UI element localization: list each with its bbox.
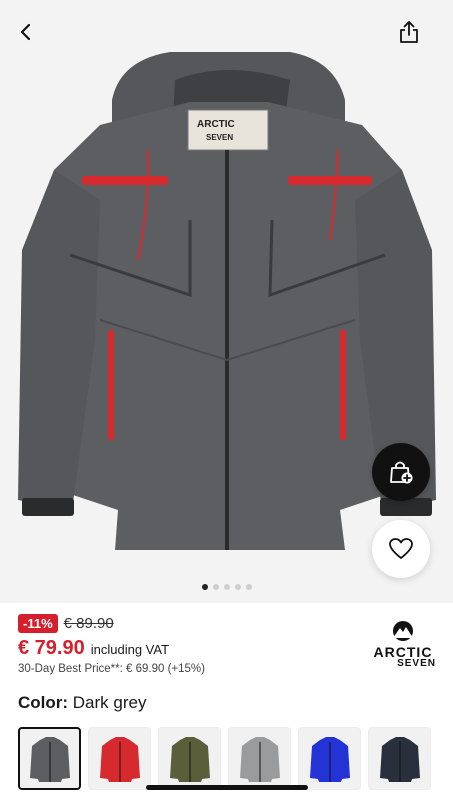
home-indicator: [146, 785, 308, 790]
color-label: Color:: [18, 693, 69, 712]
jacket-thumbnail: [239, 736, 280, 782]
jacket-thumbnail: [169, 736, 210, 782]
mountain-logo-icon: [393, 621, 413, 641]
current-price: € 79.90: [18, 637, 85, 659]
color-selector-label: Color: Dark grey: [18, 693, 146, 713]
color-swatches: [18, 727, 431, 790]
carousel-dot[interactable]: [234, 584, 241, 590]
wishlist-button[interactable]: [372, 520, 430, 578]
color-swatch-blue[interactable]: [298, 727, 361, 790]
jacket-thumbnail: [99, 736, 140, 782]
old-price: € 89.90: [63, 615, 114, 632]
chevron-left-icon: [20, 23, 31, 41]
carousel-indicator: [0, 584, 453, 590]
discount-badge: -11%: [18, 614, 58, 633]
brand-name-line2: SEVEN: [397, 658, 436, 669]
brand-logo[interactable]: ARCTIC SEVEN: [364, 620, 442, 674]
vat-note: including VAT: [90, 642, 170, 657]
color-swatch-navy[interactable]: [368, 727, 431, 790]
color-swatch-red[interactable]: [88, 727, 151, 790]
jacket-thumbnail: [379, 736, 420, 782]
color-swatch-light-grey[interactable]: [228, 727, 291, 790]
jacket-label-text-2: SEVEN: [206, 133, 233, 142]
add-to-bag-button[interactable]: [372, 443, 430, 501]
price-section: -11% € 89.90 € 79.90 including VAT 30-Da…: [18, 614, 348, 675]
best-price-note: 30-Day Best Price**: € 69.90 (+15%): [18, 663, 205, 675]
color-value: Dark grey: [72, 693, 147, 712]
carousel-dot[interactable]: [201, 584, 208, 590]
jacket-label-text-1: ARCTIC: [197, 119, 235, 130]
jacket-thumbnail: [309, 736, 350, 782]
product-image-carousel[interactable]: ARCTIC SEVEN: [0, 0, 453, 603]
heart-icon: [389, 538, 413, 559]
color-swatch-dark-grey[interactable]: [18, 727, 81, 790]
carousel-dot[interactable]: [212, 584, 219, 590]
color-swatch-olive[interactable]: [158, 727, 221, 790]
carousel-dot[interactable]: [223, 584, 230, 590]
jacket-thumbnail: [29, 736, 70, 782]
carousel-dot[interactable]: [245, 584, 252, 590]
shopping-bag-plus-icon: [390, 461, 413, 484]
